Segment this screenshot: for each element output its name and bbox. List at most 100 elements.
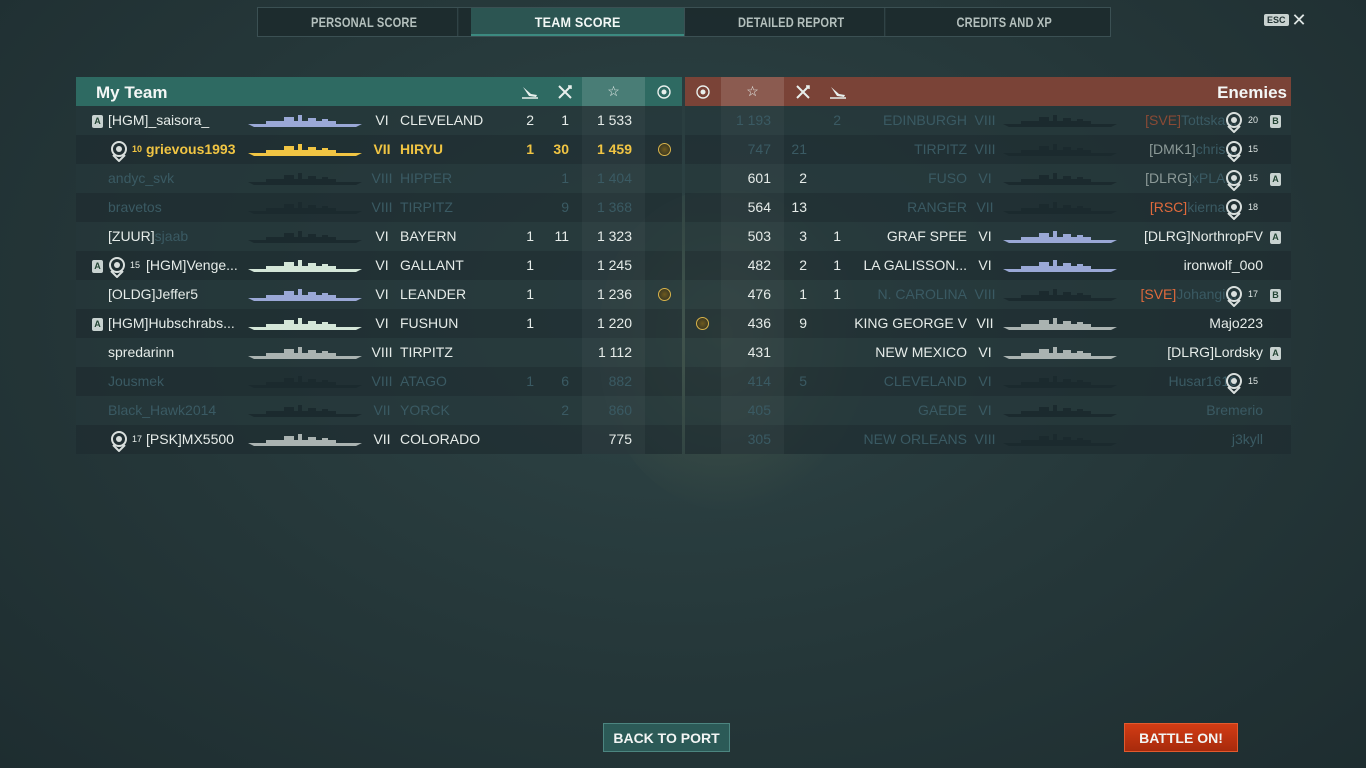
score-value: 564 — [747, 199, 771, 215]
ship-name: KING GEORGE V — [854, 315, 967, 331]
enemy-player-row[interactable]: 482 2 1 LA GALISSON... VI ironwolf_0o0 — [685, 251, 1291, 280]
my-team-title: My Team — [96, 83, 168, 102]
score-value: 1 533 — [596, 112, 632, 128]
ship-silhouette-icon — [248, 376, 362, 388]
player-name: Bremerio — [1206, 396, 1263, 425]
player-name: [HGM]Hubschrabs... — [108, 315, 235, 331]
torpedo-hits-value: 1 — [526, 141, 534, 157]
score-value: 860 — [608, 402, 632, 418]
medal-icon — [696, 317, 709, 330]
medal-column-icon[interactable] — [685, 77, 721, 106]
ship-tier: VII — [976, 199, 994, 215]
ship-silhouette — [1001, 259, 1119, 273]
ship-name: GALLANT — [400, 257, 464, 273]
score-column-star-icon[interactable]: ☆ — [582, 77, 645, 106]
score-value: 1 245 — [596, 257, 632, 273]
player-name: [HGM]_saisora_ — [108, 112, 210, 128]
torpedo-hits-column-icon[interactable] — [821, 77, 855, 106]
tab-team-score[interactable]: TEAM SCORE — [471, 8, 685, 36]
ship-name: HIPPER — [400, 170, 453, 186]
enemy-player-row[interactable]: 564 13 RANGER VII [RSC]kierna... 18 — [685, 193, 1291, 222]
ship-silhouette — [246, 259, 364, 273]
score-column-star-icon[interactable]: ☆ — [721, 77, 784, 106]
torpedo-hits-value: 1 — [526, 373, 534, 389]
player-nickname: ironwolf_0o0 — [1183, 257, 1263, 273]
ship-silhouette — [1001, 230, 1119, 244]
ship-name: RANGER — [907, 199, 967, 215]
tab-credits-xp[interactable]: CREDITS AND XP — [910, 8, 1097, 36]
torpedo-hits-column-icon[interactable] — [513, 77, 547, 106]
enemy-player-row[interactable]: 747 21 TIRPITZ VIII [DMK1]chris... 15 — [685, 135, 1291, 164]
ship-silhouette-icon — [1003, 202, 1117, 214]
player-nickname: j3kyll — [1231, 431, 1263, 447]
ship-tier: VII — [373, 431, 391, 447]
ship-tier: VIII — [371, 170, 393, 186]
ship-silhouette — [246, 172, 364, 186]
kills-column-icon[interactable] — [786, 77, 820, 106]
kills-value — [550, 309, 569, 338]
team-player-row[interactable]: Jousmek VIII ATAGO 1 6 882 — [76, 367, 682, 396]
ship-silhouette — [1001, 346, 1119, 360]
team-player-row[interactable]: [ZUUR]sjaab VI BAYERN 1 11 1 323 — [76, 222, 682, 251]
team-player-row[interactable]: A [HGM]_saisora_ VI CLEVELAND 2 1 1 533 — [76, 106, 682, 135]
ship-name: FUSO — [928, 170, 967, 186]
player-level: 15 — [130, 260, 141, 270]
score-value: 431 — [747, 344, 771, 360]
kills-value — [785, 425, 807, 454]
player-level: 20 — [1248, 115, 1259, 125]
ship-tier: VII — [373, 402, 391, 418]
enemy-player-row[interactable]: 476 1 1 N. CAROLINA VIII [SVE]Johangi... 17 B — [685, 280, 1291, 309]
kills-value: 3 — [799, 228, 807, 244]
player-name: j3kyll — [1232, 425, 1263, 454]
back-to-port-button[interactable]: BACK TO PORT — [603, 723, 730, 752]
tab-detailed-report[interactable]: DETAILED REPORT — [697, 8, 885, 36]
rank-emblem — [108, 430, 130, 453]
team-player-row[interactable]: spredarinn VIII TIRPITZ 1 112 — [76, 338, 682, 367]
enemy-player-row[interactable]: 305 NEW ORLEANS VIII j3kyll — [685, 425, 1291, 454]
enemy-player-row[interactable]: 405 GAEDE VI Bremerio — [685, 396, 1291, 425]
battle-on-button[interactable]: BATTLE ON! — [1124, 723, 1238, 752]
score-value: 482 — [747, 257, 771, 273]
team-player-row[interactable]: A 15 [HGM]Venge... VI GALLANT 1 1 245 — [76, 251, 682, 280]
score-value: 1 368 — [596, 199, 632, 215]
ship-name: TIRPITZ — [400, 199, 453, 215]
team-player-row[interactable]: andyc_svk VIII HIPPER 1 1 404 — [76, 164, 682, 193]
enemy-player-row[interactable]: 431 NEW MEXICO VI [DLRG]Lordsky A — [685, 338, 1291, 367]
kills-column-icon[interactable] — [548, 77, 582, 106]
tab-personal-score[interactable]: PERSONAL SCORE — [271, 8, 459, 36]
team-player-row[interactable]: 17 [PSK]MX5500 VII COLORADO 775 — [76, 425, 682, 454]
ship-tier: VIII — [974, 141, 996, 157]
enemy-player-row[interactable]: 503 3 1 GRAF SPEE VI [DLRG]NorthropFV A — [685, 222, 1291, 251]
player-name: bravetos — [108, 199, 162, 215]
player-name: Black_Hawk2014 — [108, 402, 217, 418]
torpedo-hits-value — [516, 425, 534, 454]
enemy-player-row[interactable]: 601 2 FUSO VI [DLRG]xPLA... 15 A — [685, 164, 1291, 193]
team-player-row[interactable]: 10 grievous1993 VII HIRYU 1 30 1 459 — [76, 135, 682, 164]
player-name: grievous1993 — [146, 141, 236, 157]
ship-name: TIRPITZ — [914, 141, 967, 157]
player-name: [OLDG]Jeffer5 — [108, 286, 199, 302]
enemy-player-row[interactable]: 436 9 KING GEORGE V VII Majo223 — [685, 309, 1291, 338]
ship-name: GRAF SPEE — [886, 228, 967, 244]
enemies-rows: 1 193 2 EDINBURGH VIII [SVE]Tottska... 20 B 747… — [685, 106, 1291, 454]
esc-close-button[interactable]: ESC ✕ — [1264, 11, 1307, 29]
player-clan-tag: [DMK1] — [1149, 141, 1196, 157]
team-player-row[interactable]: A [HGM]Hubschrabs... VI FUSHUN 1 1 220 — [76, 309, 682, 338]
enemy-player-row[interactable]: 414 5 CLEVELAND VI Husar1610 15 — [685, 367, 1291, 396]
torpedo-hits-value — [516, 396, 534, 425]
ship-tier: VI — [978, 257, 992, 273]
ship-silhouette-icon — [1003, 289, 1117, 301]
medal-column-icon[interactable] — [645, 77, 682, 106]
rank-badge: B — [1270, 289, 1281, 302]
enemy-player-row[interactable]: 1 193 2 EDINBURGH VIII [SVE]Tottska... 20 B — [685, 106, 1291, 135]
rank-badge: A — [92, 318, 103, 331]
player-name: Jousmek — [108, 373, 165, 389]
team-player-row[interactable]: [OLDG]Jeffer5 VI LEANDER 1 1 236 — [76, 280, 682, 309]
team-player-row[interactable]: bravetos VIII TIRPITZ 9 1 368 — [76, 193, 682, 222]
rank-emblem-icon — [1226, 199, 1242, 221]
kills-value — [550, 338, 569, 367]
ship-name: HIRYU — [400, 141, 444, 157]
player-nickname: Lordsky — [1213, 344, 1263, 360]
tab-label: CREDITS AND XP — [956, 14, 1052, 30]
team-player-row[interactable]: Black_Hawk2014 VII YORCK 2 860 — [76, 396, 682, 425]
